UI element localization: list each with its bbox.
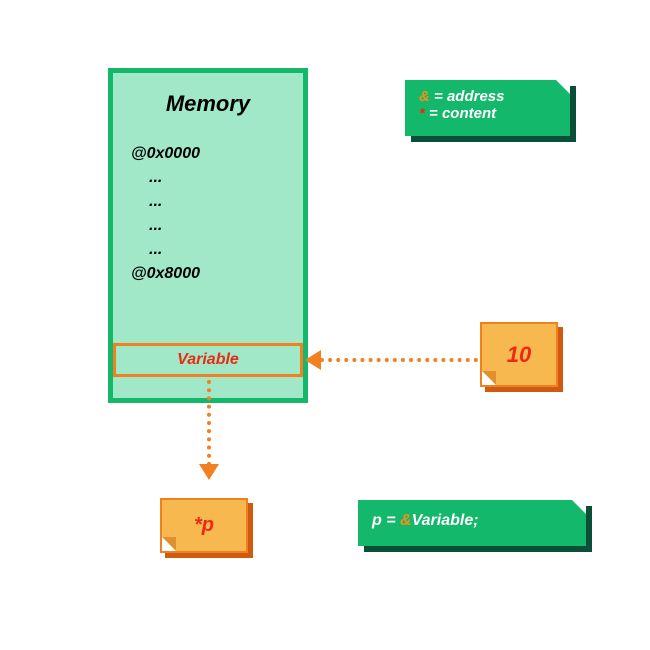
- memory-address-start: @0x0000: [131, 145, 303, 163]
- memory-ellipsis: ...: [149, 193, 303, 211]
- arrow-variable-to-pointer-line: [207, 380, 211, 466]
- fold-corner-icon: [162, 537, 176, 551]
- fold-corner-icon: [482, 371, 496, 385]
- code-amp-symbol: &: [400, 512, 412, 529]
- memory-variable-slot: Variable: [113, 343, 303, 377]
- fold-corner-icon: [572, 500, 586, 514]
- value-card-body: 10: [480, 322, 558, 387]
- legend-card-body: & = address * = content: [405, 80, 570, 136]
- legend-line-address: & = address: [419, 88, 556, 105]
- pointer-deref-text: *p: [194, 514, 214, 537]
- memory-ellipsis: ...: [149, 217, 303, 235]
- code-card: p = &Variable;: [358, 500, 586, 546]
- code-lhs: p =: [372, 512, 400, 529]
- memory-ellipsis: ...: [149, 169, 303, 187]
- legend-line-content: * = content: [419, 105, 556, 122]
- value-card: 10: [480, 322, 558, 387]
- pointer-deref-body: *p: [160, 498, 248, 553]
- memory-ellipsis: ...: [149, 241, 303, 259]
- legend-amp-meaning: = address: [430, 88, 505, 105]
- legend-card: & = address * = content: [405, 80, 570, 136]
- arrow-value-to-variable-line: [320, 358, 478, 362]
- code-rhs: Variable;: [412, 512, 479, 529]
- memory-title: Memory: [113, 91, 303, 117]
- value-text: 10: [507, 342, 531, 368]
- arrow-down-icon: [199, 464, 219, 480]
- code-card-body: p = &Variable;: [358, 500, 586, 546]
- pointer-deref-card: *p: [160, 498, 248, 553]
- legend-star-meaning: = content: [425, 105, 496, 122]
- legend-amp-symbol: &: [419, 88, 430, 105]
- arrow-left-icon: [305, 350, 321, 370]
- memory-address-variable: @0x8000: [131, 265, 303, 283]
- fold-corner-icon: [556, 80, 570, 94]
